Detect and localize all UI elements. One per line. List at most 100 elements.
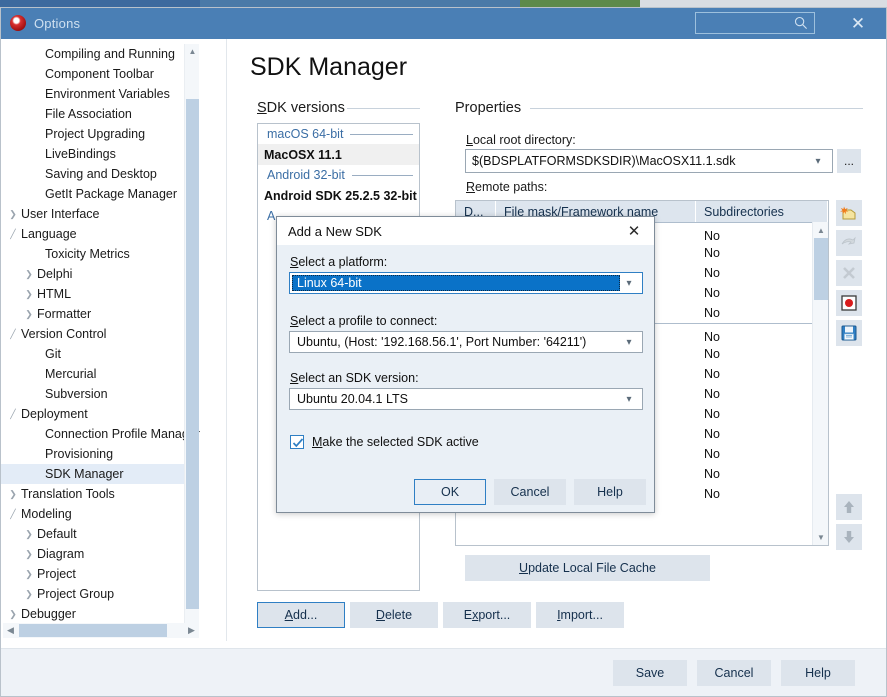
add-path-icon[interactable] [836, 200, 862, 226]
table-cell: No [704, 330, 720, 344]
chevron-down-icon[interactable]: ▾ [620, 273, 638, 293]
table-icon-toolbar [836, 200, 862, 550]
sidebar-item-git[interactable]: Git [1, 344, 197, 364]
chevron-down-icon[interactable]: ╱ [7, 409, 19, 419]
sidebar-item-default[interactable]: ❯ Default [1, 524, 197, 544]
sidebar-item-modeling[interactable]: ╱ Modeling [1, 504, 197, 524]
move-down-icon[interactable] [836, 524, 862, 550]
sdk-version-combo[interactable]: Ubuntu 20.04.1 LTS ▾ [289, 388, 643, 410]
sdk-version-item[interactable]: MacOSX 11.1 [258, 144, 419, 165]
chevron-right-icon[interactable]: ❯ [23, 549, 35, 559]
sidebar-item-project-upgrading[interactable]: Project Upgrading [1, 124, 197, 144]
checkbox-box[interactable] [290, 435, 304, 449]
dialog-cancel-button[interactable]: Cancel [494, 479, 566, 505]
scroll-right-icon[interactable]: ▶ [184, 623, 199, 638]
options-tree[interactable]: Compiling and Running Component Toolbar … [1, 44, 200, 624]
cancel-button[interactable]: Cancel [697, 660, 771, 686]
chevron-right-icon[interactable]: ❯ [23, 569, 35, 579]
sidebar-item-component-toolbar[interactable]: Component Toolbar [1, 64, 197, 84]
sidebar-item-version-control[interactable]: ╱ Version Control [1, 324, 197, 344]
sidebar-item-debugger[interactable]: ❯ Debugger [1, 604, 197, 624]
sidebar-item-user-interface[interactable]: ❯ User Interface [1, 204, 197, 224]
chevron-down-icon[interactable]: ╱ [7, 329, 19, 339]
local-root-combo[interactable]: $(BDSPLATFORMSDKSDIR)\MacOSX11.1.sdk ▾ [465, 149, 833, 173]
sidebar-item-delphi[interactable]: ❯ Delphi [1, 264, 197, 284]
chevron-down-icon[interactable]: ╱ [7, 509, 19, 519]
sidebar-item-compiling-and-running[interactable]: Compiling and Running [1, 44, 197, 64]
chevron-right-icon[interactable]: ❯ [7, 209, 19, 219]
add-button[interactable]: Add... [257, 602, 345, 628]
sidebar-item-subversion[interactable]: Subversion [1, 384, 197, 404]
sidebar-item-label: Saving and Desktop [45, 167, 157, 181]
table-scroll-up-icon[interactable]: ▲ [813, 222, 828, 238]
chevron-right-icon[interactable]: ❯ [23, 269, 35, 279]
dialog-close-icon[interactable]: ✕ [622, 220, 646, 242]
chevron-down-icon[interactable]: ▾ [620, 389, 638, 409]
update-local-file-cache-button[interactable]: Update Local File Cache [465, 555, 710, 581]
sidebar-item-getit-package-manager[interactable]: GetIt Package Manager [1, 184, 197, 204]
chevron-down-icon[interactable]: ╱ [7, 229, 19, 239]
save-button[interactable]: Save [613, 660, 687, 686]
browse-button[interactable]: ... [837, 149, 861, 173]
sidebar-item-label: Default [37, 527, 77, 541]
close-icon[interactable]: ✕ [843, 12, 873, 34]
move-up-icon[interactable] [836, 494, 862, 520]
chevron-down-icon[interactable]: ▾ [620, 332, 638, 352]
sidebar-horizontal-scrollbar[interactable]: ◀ ▶ [3, 623, 199, 638]
profile-combo[interactable]: Ubuntu, (Host: '192.168.56.1', Port Numb… [289, 331, 643, 353]
sidebar-scroll-thumb[interactable] [186, 99, 199, 609]
table-column-header[interactable]: Subdirectories [696, 201, 828, 222]
sidebar-item-mercurial[interactable]: Mercurial [1, 364, 197, 384]
sidebar-item-formatter[interactable]: ❯ Formatter [1, 304, 197, 324]
sidebar-item-toxicity-metrics[interactable]: Toxicity Metrics [1, 244, 197, 264]
help-button[interactable]: Help [781, 660, 855, 686]
sidebar-item-project-group[interactable]: ❯ Project Group [1, 584, 197, 604]
sidebar-hscroll-thumb[interactable] [19, 624, 167, 637]
sidebar-item-diagram[interactable]: ❯ Diagram [1, 544, 197, 564]
stop-icon[interactable] [836, 290, 862, 316]
sidebar-vertical-scrollbar[interactable]: ▲ ▼ [184, 44, 199, 636]
delete-button[interactable]: Delete [350, 602, 438, 628]
table-scroll-thumb[interactable] [814, 238, 828, 300]
table-cell: No [704, 367, 720, 381]
chevron-right-icon[interactable]: ❯ [23, 529, 35, 539]
sidebar-item-project[interactable]: ❯ Project [1, 564, 197, 584]
chevron-right-icon[interactable]: ❯ [23, 289, 35, 299]
sidebar-item-sdk-manager[interactable]: SDK Manager [1, 464, 197, 484]
sidebar-item-connection-profile-manager[interactable]: Connection Profile Manager [1, 424, 200, 444]
window-titlebar: Options ✕ [0, 7, 887, 39]
sidebar-item-saving-and-desktop[interactable]: Saving and Desktop [1, 164, 197, 184]
sidebar-item-translation-tools[interactable]: ❯ Translation Tools [1, 484, 197, 504]
sdk-version-item[interactable]: Android SDK 25.2.5 32-bit [258, 185, 419, 206]
sidebar-item-file-association[interactable]: File Association [1, 104, 197, 124]
sidebar-item-language[interactable]: ╱ Language [1, 224, 197, 244]
chevron-right-icon[interactable]: ❯ [23, 309, 35, 319]
export-button[interactable]: Export... [443, 602, 531, 628]
chevron-right-icon[interactable]: ❯ [23, 589, 35, 599]
dialog-ok-button[interactable]: OK [414, 479, 486, 505]
search-input[interactable] [695, 12, 815, 34]
sidebar-item-deployment[interactable]: ╱ Deployment [1, 404, 197, 424]
platform-combo[interactable]: Linux 64-bit ▾ [289, 272, 643, 294]
sidebar-item-provisioning[interactable]: Provisioning [1, 444, 197, 464]
sidebar-item-label: Provisioning [45, 447, 114, 461]
dialog-help-button[interactable]: Help [574, 479, 646, 505]
chevron-down-icon[interactable]: ▾ [809, 150, 827, 172]
table-vertical-scrollbar[interactable]: ▲ ▼ [812, 222, 828, 545]
sidebar-item-label: Subversion [45, 387, 108, 401]
sidebar-item-livebindings[interactable]: LiveBindings [1, 144, 197, 164]
sidebar-item-html[interactable]: ❯ HTML [1, 284, 197, 304]
make-sdk-active-checkbox[interactable]: Make the selected SDK active [290, 435, 479, 449]
scroll-up-icon[interactable]: ▲ [185, 44, 200, 59]
sidebar-item-environment-variables[interactable]: Environment Variables [1, 84, 197, 104]
chevron-right-icon[interactable]: ❯ [7, 609, 19, 619]
table-scroll-down-icon[interactable]: ▼ [813, 529, 828, 545]
save-icon[interactable] [836, 320, 862, 346]
import-button[interactable]: Import... [536, 602, 624, 628]
scroll-left-icon[interactable]: ◀ [3, 623, 18, 638]
chevron-right-icon[interactable]: ❯ [7, 489, 19, 499]
